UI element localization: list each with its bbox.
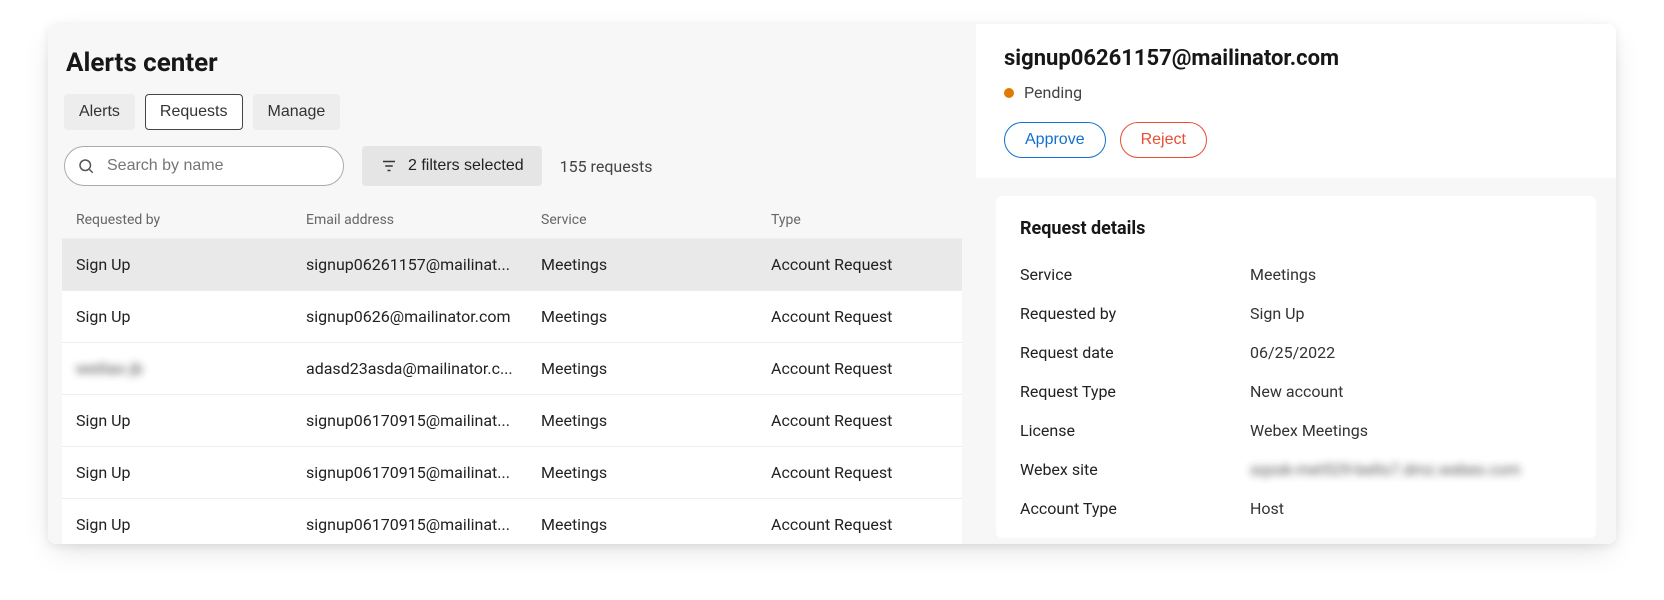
tabs-row: Alerts Requests Manage <box>64 94 962 130</box>
detail-actions: Approve Reject <box>1004 122 1588 158</box>
cell-email: signup06170915@mailinat... <box>306 515 541 534</box>
detail-status: Pending <box>1004 83 1588 102</box>
col-type[interactable]: Type <box>771 212 948 228</box>
detail-key: Account Type <box>1020 499 1250 518</box>
toolbar: 2 filters selected 155 requests <box>64 146 962 186</box>
filters-button[interactable]: 2 filters selected <box>362 146 542 186</box>
detail-value: New account <box>1250 382 1572 401</box>
detail-row: Request date06/25/2022 <box>1020 333 1572 372</box>
cell-requested-by: Sign Up <box>76 255 306 274</box>
cell-type: Account Request <box>771 307 948 326</box>
request-details-card: Request details ServiceMeetingsRequested… <box>996 196 1596 538</box>
table-row[interactable]: Sign Upsignup06170915@mailinat...Meeting… <box>62 498 962 544</box>
detail-key: Request Type <box>1020 382 1250 401</box>
cell-service: Meetings <box>541 359 771 378</box>
page-title: Alerts center <box>66 48 962 78</box>
detail-value: Host <box>1250 499 1572 518</box>
detail-key: Request date <box>1020 343 1250 362</box>
cell-email: signup0626@mailinator.com <box>306 307 541 326</box>
detail-key: Requested by <box>1020 304 1250 323</box>
cell-service: Meetings <box>541 515 771 534</box>
detail-value: Meetings <box>1250 265 1572 284</box>
cell-type: Account Request <box>771 515 948 534</box>
filters-label: 2 filters selected <box>408 157 524 175</box>
detail-key: Webex site <box>1020 460 1250 479</box>
detail-value: Webex Meetings <box>1250 421 1572 440</box>
detail-row: Request TypeNew account <box>1020 372 1572 411</box>
col-requested-by[interactable]: Requested by <box>76 212 306 228</box>
table-row[interactable]: Sign Upsignup0626@mailinator.comMeetings… <box>62 290 962 342</box>
details-section-title: Request details <box>1020 218 1572 239</box>
detail-key: License <box>1020 421 1250 440</box>
cell-requested-by: Sign Up <box>76 307 306 326</box>
search-icon <box>77 157 95 175</box>
cell-email: adasd23asda@mailinator.c... <box>306 359 541 378</box>
detail-row: Account TypeHost <box>1020 489 1572 528</box>
detail-value: Sign Up <box>1250 304 1572 323</box>
alerts-center-card: Alerts center Alerts Requests Manage <box>48 24 1616 544</box>
results-count: 155 requests <box>560 157 653 176</box>
cell-requested-by: Sign Up <box>76 515 306 534</box>
request-detail-panel: signup06261157@mailinator.com Pending Ap… <box>976 24 1616 544</box>
detail-title: signup06261157@mailinator.com <box>1004 46 1588 71</box>
cell-requested-by: weiliao jb <box>76 359 306 378</box>
cell-service: Meetings <box>541 463 771 482</box>
cell-service: Meetings <box>541 255 771 274</box>
tab-requests[interactable]: Requests <box>145 94 243 130</box>
search-box[interactable] <box>64 146 344 186</box>
status-dot-icon <box>1004 88 1014 98</box>
cell-email: signup06261157@mailinat... <box>306 255 541 274</box>
detail-header: signup06261157@mailinator.com Pending Ap… <box>976 24 1616 178</box>
detail-row: Webex sitesqssk-met529-belts7.dmz.webex.… <box>1020 450 1572 489</box>
cell-type: Account Request <box>771 411 948 430</box>
cell-service: Meetings <box>541 411 771 430</box>
detail-value: sqssk-met529-belts7.dmz.webex.com <box>1250 460 1572 479</box>
cell-requested-by: Sign Up <box>76 411 306 430</box>
table-row[interactable]: Sign Upsignup06261157@mailinat...Meeting… <box>62 238 962 290</box>
col-email[interactable]: Email address <box>306 212 541 228</box>
detail-row: LicenseWebex Meetings <box>1020 411 1572 450</box>
cell-type: Account Request <box>771 255 948 274</box>
cell-requested-by: Sign Up <box>76 463 306 482</box>
table-row[interactable]: Sign Upsignup06170915@mailinat...Meeting… <box>62 446 962 498</box>
detail-row: Requested bySign Up <box>1020 294 1572 333</box>
col-service[interactable]: Service <box>541 212 771 228</box>
filter-icon <box>380 157 398 175</box>
cell-email: signup06170915@mailinat... <box>306 411 541 430</box>
table-row[interactable]: weiliao jbadasd23asda@mailinator.c...Mee… <box>62 342 962 394</box>
reject-button[interactable]: Reject <box>1120 122 1207 158</box>
detail-value: 06/25/2022 <box>1250 343 1572 362</box>
detail-key: Service <box>1020 265 1250 284</box>
tab-manage[interactable]: Manage <box>253 94 341 130</box>
table-row[interactable]: Sign Upsignup06170915@mailinat...Meeting… <box>62 394 962 446</box>
cell-type: Account Request <box>771 359 948 378</box>
status-label: Pending <box>1024 83 1082 102</box>
alerts-left-panel: Alerts center Alerts Requests Manage <box>48 24 976 544</box>
tab-alerts[interactable]: Alerts <box>64 94 135 130</box>
table-header: Requested by Email address Service Type <box>62 202 962 238</box>
detail-row: ServiceMeetings <box>1020 255 1572 294</box>
search-input[interactable] <box>105 156 331 176</box>
requests-table: Requested by Email address Service Type … <box>62 202 962 544</box>
cell-type: Account Request <box>771 463 948 482</box>
cell-email: signup06170915@mailinat... <box>306 463 541 482</box>
approve-button[interactable]: Approve <box>1004 122 1106 158</box>
cell-service: Meetings <box>541 307 771 326</box>
